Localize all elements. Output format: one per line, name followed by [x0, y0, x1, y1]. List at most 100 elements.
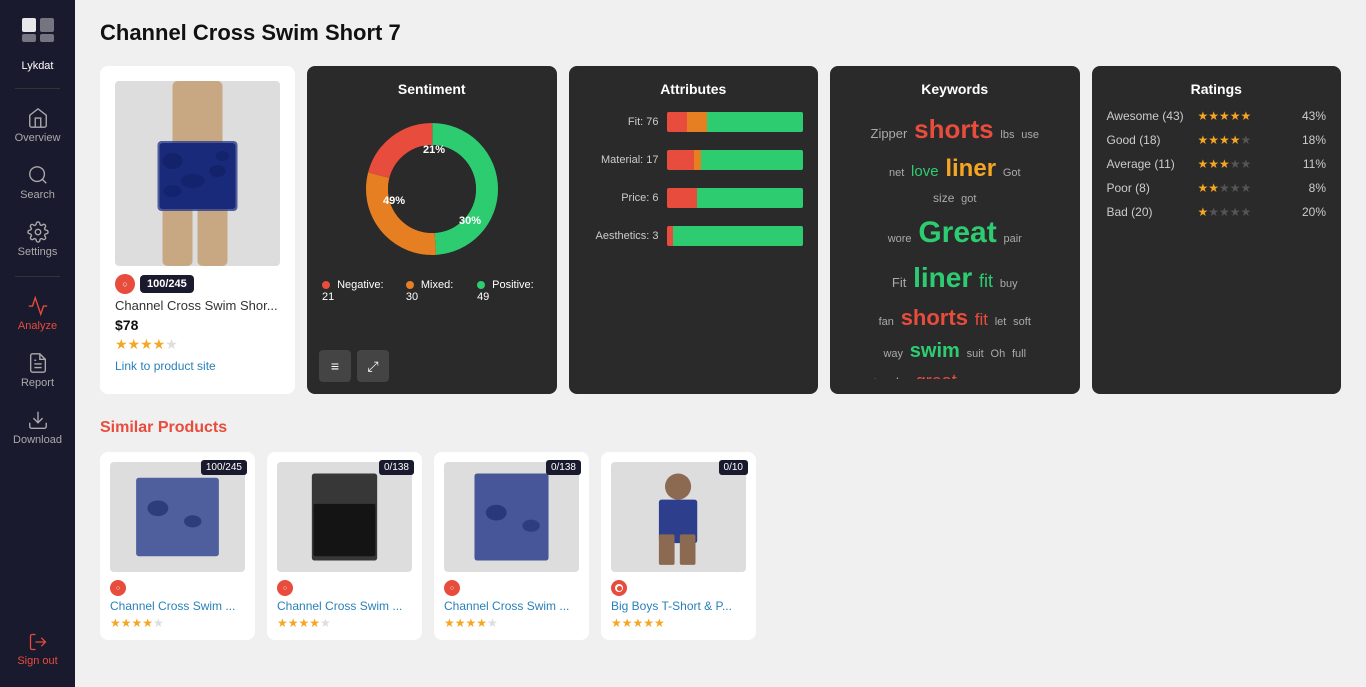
kw-use: use: [1021, 127, 1039, 144]
kw-swim: swim: [910, 336, 960, 366]
similar-card-1[interactable]: 100/245 ○ Channel Cross Swim ... ★★★★★: [100, 452, 255, 640]
kw-liner1: liner: [945, 151, 996, 187]
rating-label-average: Average (11): [1107, 157, 1192, 171]
rating-pct-awesome: 43%: [1302, 109, 1326, 123]
similar-brand-row-3: ○: [444, 580, 579, 596]
page-title: Channel Cross Swim Short 7: [100, 20, 1341, 46]
similar-grid: 100/245 ○ Channel Cross Swim ... ★★★★★ 0…: [100, 452, 1341, 640]
kw-pair: pair: [1003, 231, 1021, 248]
sidebar-item-search[interactable]: Search: [0, 154, 75, 211]
similar-name-4: Big Boys T-Short & P...: [611, 599, 746, 613]
similar-image-2: [277, 462, 412, 572]
rating-label-awesome: Awesome (43): [1107, 109, 1192, 123]
kw-shorts2: shorts: [901, 301, 968, 334]
kw-way: way: [883, 346, 903, 363]
similar-name-2: Channel Cross Swim ...: [277, 599, 412, 613]
review-badge: 100/245: [140, 275, 194, 293]
rating-pct-poor: 8%: [1309, 181, 1326, 195]
similar-image-1: [110, 462, 245, 572]
kw-fit3: fit: [975, 307, 988, 333]
similar-name-1: Channel Cross Swim ...: [110, 599, 245, 613]
kw-great2: great: [916, 368, 957, 380]
sign-out-button[interactable]: Sign out: [17, 622, 57, 677]
sidebar-item-report[interactable]: Report: [0, 342, 75, 399]
product-stars: ★★★★★: [115, 336, 280, 353]
kw-zipper: Zipper: [871, 124, 908, 144]
attr-label-fit: Fit: 76: [584, 116, 659, 128]
rating-stars-good: ★★★★★: [1198, 133, 1252, 147]
similar-image-4: [611, 462, 746, 572]
product-link[interactable]: Link to product site: [115, 359, 280, 373]
kw-soft: soft: [1013, 314, 1031, 331]
similar-name-3: Channel Cross Swim ...: [444, 599, 579, 613]
kw-trunks: trunks: [874, 373, 909, 380]
similar-card-4[interactable]: 0/10 Big Boys T-Short & P... ★★★★★: [601, 452, 756, 640]
rating-row-good: Good (18) ★★★★★ 18%: [1107, 133, 1327, 147]
sidebar-item-download[interactable]: Download: [0, 399, 75, 456]
attr-bar-price: [667, 188, 804, 208]
attr-row-material: Material: 17: [584, 150, 804, 170]
brand-row: ○ 100/245: [115, 274, 280, 294]
rating-stars-awesome: ★★★★★: [1198, 109, 1252, 123]
rating-pct-average: 11%: [1303, 157, 1326, 171]
rating-stars-bad: ★★★★★: [1198, 205, 1252, 219]
sign-out-icon: [28, 632, 48, 652]
attr-label-price: Price: 6: [584, 192, 659, 204]
similar-badge-3: 0/138: [546, 460, 581, 475]
kw-shorts1: shorts: [914, 110, 993, 149]
similar-brand-row-4: [611, 580, 746, 596]
ratings-list: Awesome (43) ★★★★★ 43% Good (18) ★★★★★ 1…: [1107, 109, 1327, 219]
product-image: [115, 81, 280, 266]
rating-label-poor: Poor (8): [1107, 181, 1192, 195]
expand-button[interactable]: ⤢: [357, 350, 389, 382]
kw-got2: got: [961, 191, 976, 208]
similar-badge-1: 100/245: [201, 460, 247, 475]
product-card: ○ 100/245 Channel Cross Swim Shor... $78…: [100, 66, 295, 394]
rating-row-average: Average (11) ★★★★★ 11%: [1107, 157, 1327, 171]
brand-icon-lululemon: ○: [115, 274, 135, 294]
keywords-title: Keywords: [845, 81, 1065, 97]
rating-stars-average: ★★★★★: [1198, 157, 1252, 171]
kw-let: let: [995, 314, 1007, 331]
rating-row-poor: Poor (8) ★★★★★ 8%: [1107, 181, 1327, 195]
svg-text:30%: 30%: [459, 215, 481, 227]
kw-love: love: [911, 161, 939, 184]
sentiment-donut: 21% 49% 30%: [322, 109, 542, 269]
kw-give: give: [964, 376, 984, 380]
search-icon: [27, 164, 49, 186]
attr-row-aesthetics: Aesthetics: 3: [584, 226, 804, 246]
rating-pct-bad: 20%: [1302, 205, 1326, 219]
negative-legend: Negative: 21: [322, 279, 391, 303]
rating-pct-good: 18%: [1302, 133, 1326, 147]
attr-label-aesthetics: Aesthetics: 3: [584, 230, 659, 242]
sidebar-item-settings[interactable]: Settings: [0, 211, 75, 268]
kw-size: size: [933, 189, 954, 207]
similar-stars-4: ★★★★★: [611, 616, 746, 630]
attr-bar-material: [667, 150, 804, 170]
top-section: ○ 100/245 Channel Cross Swim Shor... $78…: [100, 66, 1341, 394]
kw-fan: fan: [879, 314, 894, 331]
kw-net: net: [889, 165, 904, 182]
rating-row-bad: Bad (20) ★★★★★ 20%: [1107, 205, 1327, 219]
filter-button[interactable]: ≡: [319, 350, 351, 382]
logo-label: Lykdat: [21, 60, 53, 72]
kw-got: Got: [1003, 165, 1021, 182]
kw-one: one: [991, 372, 1014, 380]
kw-oh: Oh: [991, 346, 1006, 363]
similar-stars-1: ★★★★★: [110, 616, 245, 630]
logo[interactable]: [18, 10, 58, 55]
attr-row-price: Price: 6: [584, 188, 804, 208]
sidebar: Lykdat Overview Search Settings Analyze …: [0, 0, 75, 687]
word-cloud: Zipper shorts lbs use net love liner Got…: [845, 109, 1065, 379]
similar-image-3: [444, 462, 579, 572]
similar-brand-icon-2: ○: [277, 580, 293, 596]
similar-card-3[interactable]: 0/138 ○ Channel Cross Swim ... ★★★★★: [434, 452, 589, 640]
similar-stars-2: ★★★★★: [277, 616, 412, 630]
attributes-title: Attributes: [584, 81, 804, 97]
sidebar-item-analyze[interactable]: Analyze: [0, 285, 75, 342]
similar-card-2[interactable]: 0/138 ○ Channel Cross Swim ... ★★★★★: [267, 452, 422, 640]
similar-stars-3: ★★★★★: [444, 616, 579, 630]
svg-text:21%: 21%: [423, 144, 445, 156]
sidebar-item-overview[interactable]: Overview: [0, 97, 75, 154]
rating-row-awesome: Awesome (43) ★★★★★ 43%: [1107, 109, 1327, 123]
